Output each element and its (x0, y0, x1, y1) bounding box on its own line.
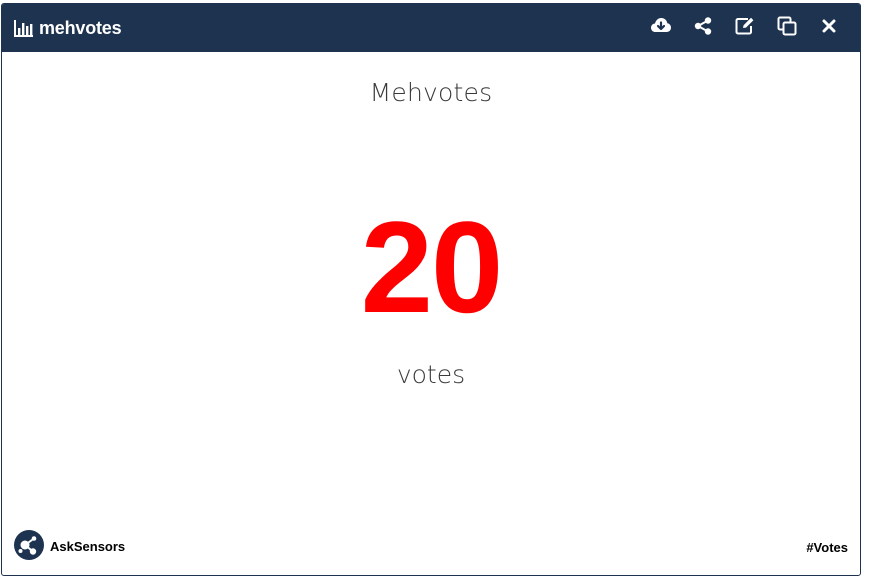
widget-header: mehvotes (2, 4, 860, 52)
header-actions (640, 4, 850, 52)
brand-link[interactable]: AskSensors (14, 530, 125, 563)
edit-button[interactable] (724, 4, 766, 52)
metric-unit: votes (396, 360, 466, 389)
close-icon (822, 19, 836, 38)
share-icon (694, 16, 712, 40)
widget-card: mehvotes Mehvotes 20 votes AskSensors #V… (1, 3, 861, 576)
duplicate-button[interactable] (766, 4, 808, 52)
asksensors-logo (14, 530, 44, 563)
widget-title: mehvotes (39, 17, 122, 38)
widget-body: Mehvotes 20 votes AskSensors #Votes (2, 52, 860, 575)
close-button[interactable] (808, 4, 850, 52)
brand-name: AskSensors (50, 539, 126, 554)
metric-value: 20 (360, 194, 504, 340)
duplicate-icon (777, 16, 797, 41)
download-button[interactable] (640, 4, 682, 52)
widget-title-group: mehvotes (14, 4, 122, 52)
bar-chart-icon (14, 19, 34, 37)
cloud-download-icon (650, 17, 672, 40)
widget-tag: #Votes (806, 540, 848, 555)
edit-icon (735, 17, 755, 40)
metric-title: Mehvotes (369, 78, 493, 107)
share-button[interactable] (682, 4, 724, 52)
